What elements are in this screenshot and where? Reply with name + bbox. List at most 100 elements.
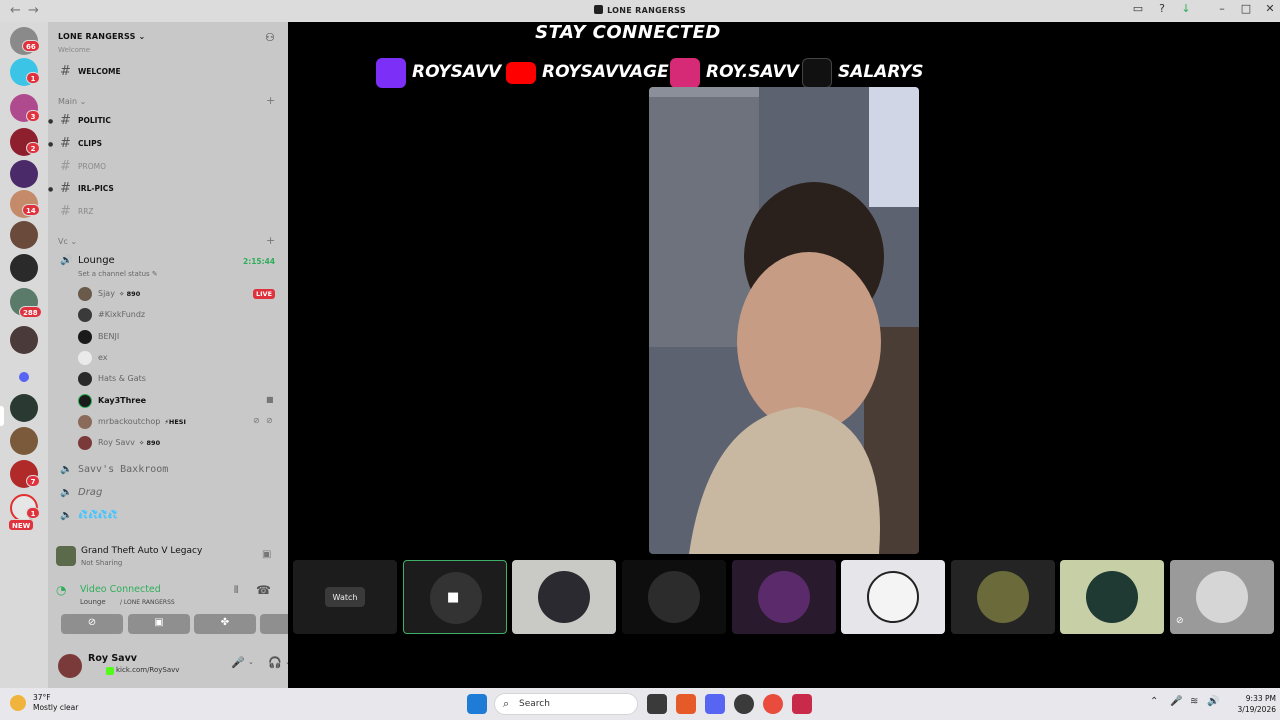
channel-welcome[interactable]: # WELCOME: [48, 62, 288, 82]
title-bar: ← → LONE RANGERSS ▭ ? ↓ – □ ✕: [0, 0, 1280, 22]
app-icon[interactable]: [792, 694, 812, 714]
server-icon[interactable]: [10, 160, 38, 188]
download-icon[interactable]: ↓: [1177, 2, 1195, 15]
participant-tile[interactable]: [951, 560, 1055, 634]
signal-icon: ◔: [56, 583, 67, 597]
live-badge: LIVE: [253, 289, 276, 299]
hash-icon: #: [60, 181, 71, 196]
disconnect-icon[interactable]: ☎: [256, 583, 271, 597]
voice-channel-emoji[interactable]: 🔈 💦💦💦💦: [48, 506, 288, 526]
participant-tile[interactable]: [841, 560, 945, 634]
connected-server[interactable]: / LONE RANGERSS: [120, 599, 175, 606]
voice-channel-label: 💦💦💦💦: [78, 510, 118, 519]
chrome-icon[interactable]: [763, 694, 783, 714]
add-channel-icon[interactable]: +: [266, 94, 275, 107]
channel-rrz[interactable]: # RRZ: [48, 202, 288, 222]
activity-panel: Grand Theft Auto V Legacy Not Sharing ▣: [56, 540, 282, 574]
microphone-icon[interactable]: 🎤: [231, 656, 245, 669]
weather-widget[interactable]: 37°F Mostly clear: [10, 692, 100, 718]
speaker-icon: 🔈: [60, 510, 73, 521]
voice-channel-lounge[interactable]: 🔊 Lounge 2:15:44 Set a channel status ✎: [48, 252, 288, 282]
selected-pill: [0, 406, 4, 426]
minimize-icon[interactable]: –: [1213, 2, 1231, 15]
voice-user[interactable]: Hats & Gats: [48, 369, 288, 389]
server-icon[interactable]: [10, 254, 38, 282]
search-placeholder: Search: [519, 699, 550, 709]
volume-icon[interactable]: 🔊: [1207, 696, 1219, 707]
participant-tile[interactable]: [732, 560, 836, 634]
unread-badge: 66: [22, 40, 40, 52]
wifi-icon[interactable]: ≋: [1190, 696, 1198, 707]
voice-user[interactable]: ex: [48, 348, 288, 368]
server-tag: ✧ 890: [118, 290, 141, 298]
obs-icon[interactable]: [734, 694, 754, 714]
server-name[interactable]: LONE RANGERSS ⌄: [58, 32, 145, 41]
server-icon[interactable]: [10, 394, 38, 422]
participant-tile[interactable]: [1060, 560, 1164, 634]
speaker-icon: 🔊: [60, 255, 73, 266]
inbox-icon[interactable]: ▭: [1129, 2, 1147, 15]
screen-share-icon[interactable]: ▣: [262, 549, 271, 560]
add-channel-icon[interactable]: +: [266, 234, 275, 247]
maximize-icon[interactable]: □: [1237, 2, 1255, 15]
microphone-icon[interactable]: 🎤: [1170, 696, 1182, 707]
chevron-up-icon[interactable]: ⌃: [1150, 696, 1158, 707]
user-name: Sjay ✧ 890: [98, 289, 140, 298]
channel-promo[interactable]: # PROMO: [48, 157, 288, 177]
watch-button[interactable]: Watch: [325, 587, 365, 607]
avatar: [78, 415, 92, 429]
welcome-category[interactable]: Welcome: [58, 46, 90, 54]
voice-user[interactable]: Sjay ✧ 890 LIVE: [48, 284, 288, 304]
connected-channel[interactable]: Lounge: [80, 598, 106, 606]
camera-icon: ■: [266, 395, 274, 404]
participant-tile[interactable]: [622, 560, 726, 634]
voice-user[interactable]: BENJI: [48, 327, 288, 347]
channel-politic[interactable]: ● # POLITIC: [48, 111, 288, 131]
current-user-name[interactable]: Roy Savv: [88, 653, 137, 664]
screen-share-icon: ▣: [154, 617, 164, 628]
server-folder-icon[interactable]: [10, 326, 38, 354]
avatar: [78, 351, 92, 365]
add-member-icon[interactable]: ⚇: [265, 31, 279, 45]
stage-area: STAY CONNECTED ROYSAVV ROYSAVVAGE ROY.SA…: [288, 22, 1280, 688]
help-icon[interactable]: ?: [1153, 2, 1171, 15]
activities-button[interactable]: ✤: [194, 614, 256, 634]
participant-tile[interactable]: ■: [403, 560, 507, 634]
participant-tile[interactable]: [512, 560, 616, 634]
noise-suppression-icon[interactable]: ⫴: [234, 585, 238, 596]
youtube-icon: [506, 62, 536, 84]
watch-tile: Watch: [293, 560, 397, 634]
task-view-icon[interactable]: [647, 694, 667, 714]
close-icon[interactable]: ✕: [1261, 2, 1279, 15]
handle-label: ROYSAVVAGE: [542, 62, 669, 82]
search-icon: ⌕: [503, 697, 510, 710]
main-video-feed[interactable]: [649, 87, 919, 554]
channel-irl-pics[interactable]: ● # IRL-PICS: [48, 179, 288, 199]
share-screen-button[interactable]: ▣: [128, 614, 190, 634]
category-vc[interactable]: Vc ⌄: [58, 237, 77, 246]
participant-tile[interactable]: ⊘: [1170, 560, 1274, 634]
server-icon[interactable]: [10, 221, 38, 249]
windows-start-icon[interactable]: [467, 694, 487, 714]
voice-user[interactable]: Kay3Three ■: [48, 391, 288, 411]
camera-off-button[interactable]: ⊘: [61, 614, 123, 634]
voice-user[interactable]: #KixkFundz: [48, 305, 288, 325]
voice-channel-baxkroom[interactable]: 🔈 Savv's Baxkroom: [48, 460, 288, 480]
channel-clips[interactable]: ● # CLIPS: [48, 134, 288, 154]
taskbar-clock[interactable]: 9:33 PM 3/19/2026: [1222, 693, 1276, 715]
server-tag: ⚡HESI: [164, 418, 186, 426]
server-icon[interactable]: [10, 427, 38, 455]
weather-description: Mostly clear: [33, 703, 79, 712]
headphones-icon[interactable]: 🎧: [268, 656, 282, 669]
category-main[interactable]: Main ⌄: [58, 97, 86, 106]
voice-channel-drag[interactable]: 🔈 Drag: [48, 483, 288, 503]
voice-user[interactable]: Roy Savv ✧ 890: [48, 433, 288, 453]
discord-icon[interactable]: [705, 694, 725, 714]
taskbar-search[interactable]: ⌕ Search: [494, 693, 638, 715]
voice-user[interactable]: mrbackoutchop ⚡HESI ⊘ ⊘: [48, 412, 288, 432]
avatar[interactable]: [58, 654, 82, 678]
brave-icon[interactable]: [676, 694, 696, 714]
channel-label: RRZ: [78, 207, 94, 216]
chevron-down-icon[interactable]: ⌄: [248, 658, 254, 666]
channel-status-hint[interactable]: Set a channel status ✎: [78, 270, 158, 278]
